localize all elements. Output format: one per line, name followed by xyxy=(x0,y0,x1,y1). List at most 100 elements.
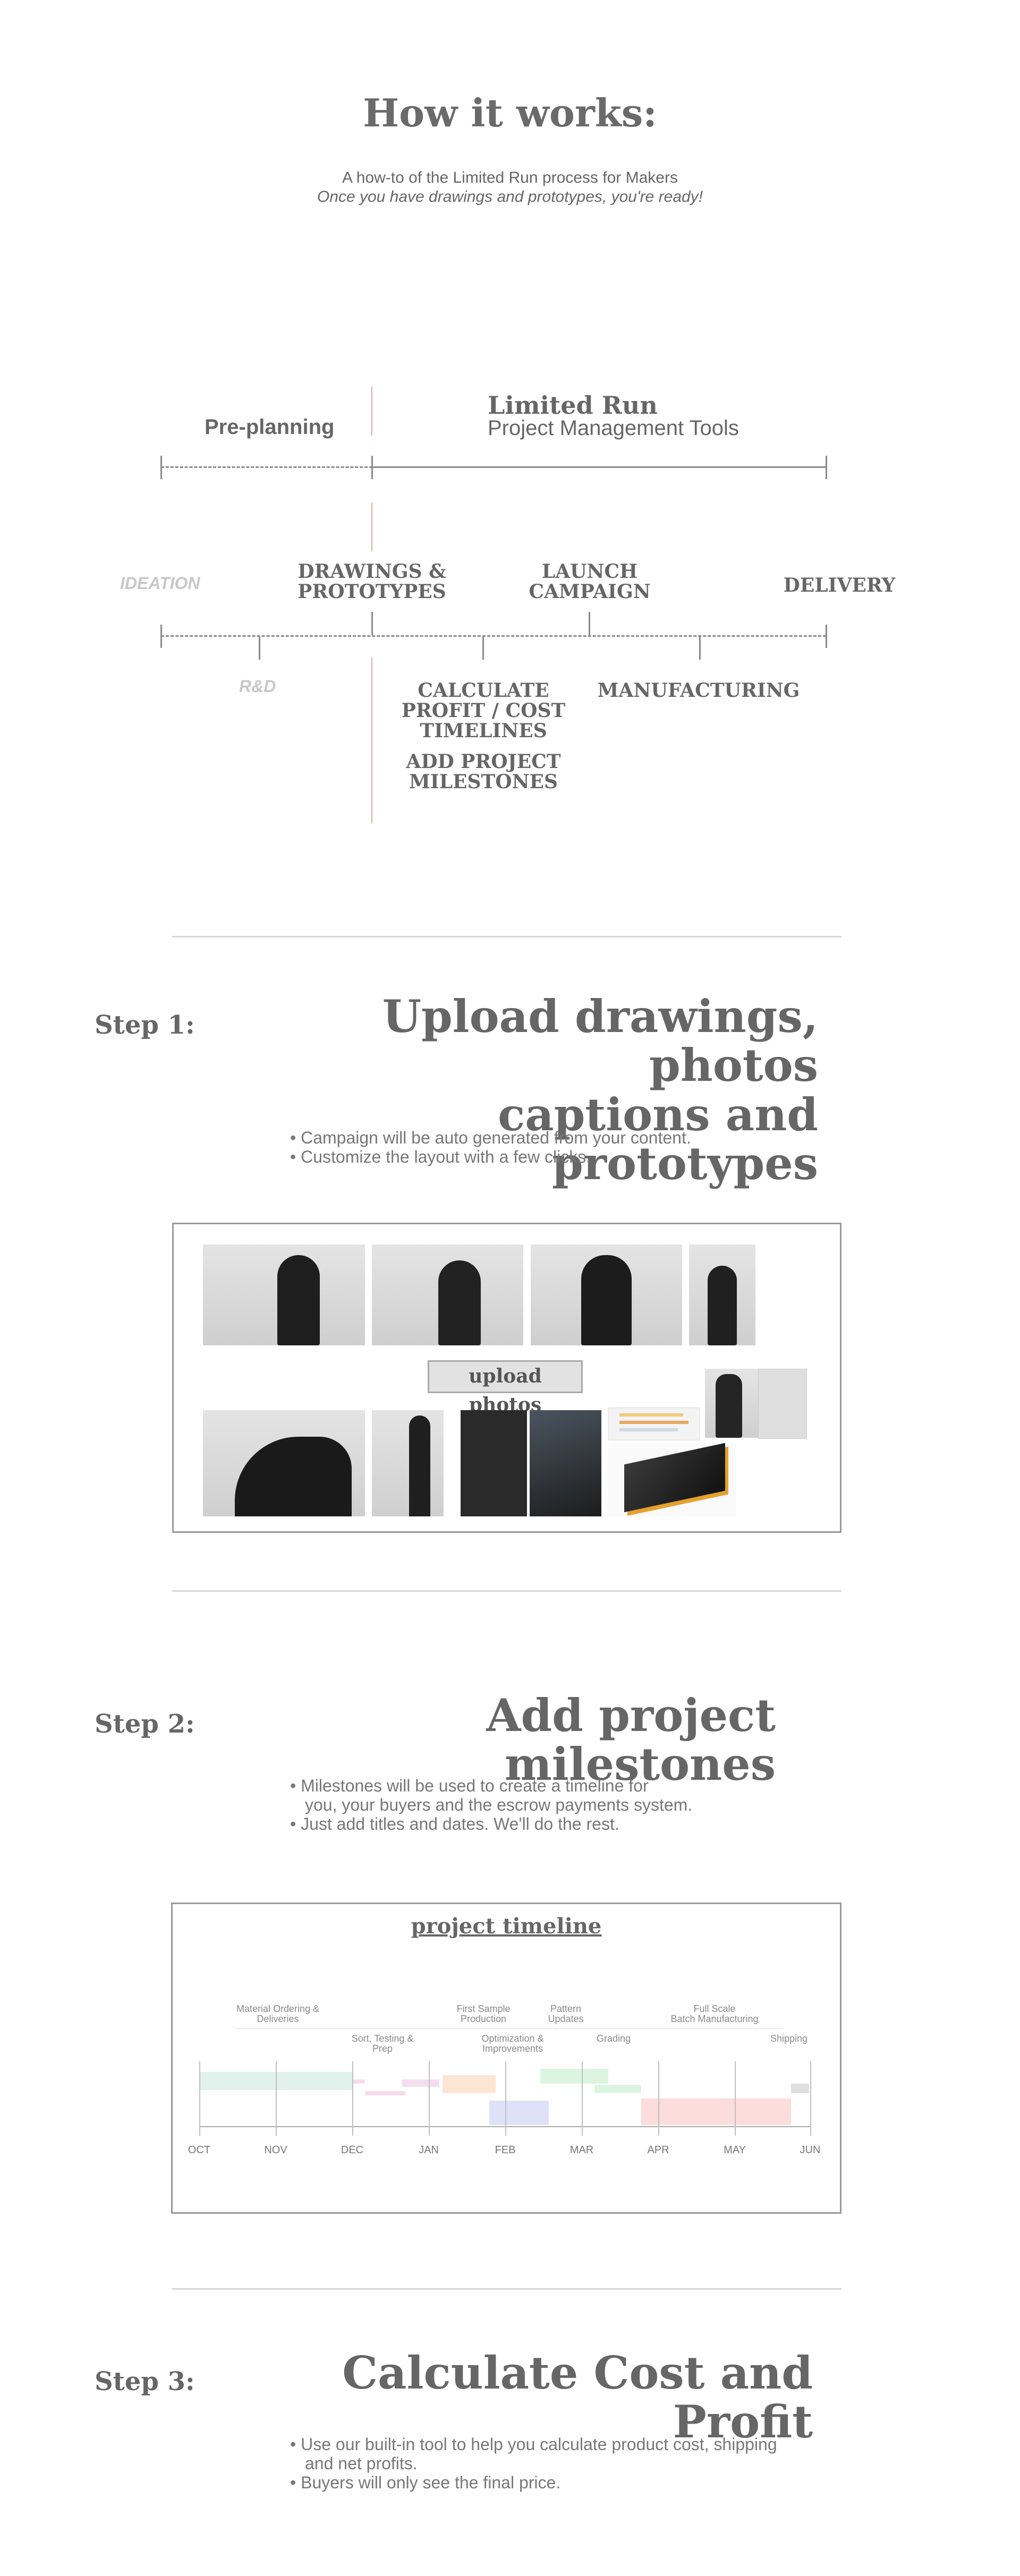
milestone-label: Improvements xyxy=(482,2043,543,2054)
stage-calc-line2: PROFIT / COST xyxy=(401,699,566,722)
milestone-label: Full Scale xyxy=(693,2003,736,2014)
month-gridline xyxy=(658,2061,659,2136)
milestone-sample: First Sample Production xyxy=(441,2004,526,2024)
milestone-shipping: Shipping xyxy=(770,2033,808,2044)
brand-card-image[interactable] xyxy=(758,1369,807,1439)
milestone-label: First Sample xyxy=(456,2003,511,2014)
step1-bullet: • Campaign will be auto generated from y… xyxy=(290,1128,691,1147)
month-label: JUN xyxy=(800,2144,821,2156)
axis-tick-launch xyxy=(589,612,590,635)
axis-tick xyxy=(160,625,162,648)
month-label: JAN xyxy=(419,2144,439,2156)
page-subtitle: A how-to of the Limited Run process for … xyxy=(342,169,678,186)
month-label: MAY xyxy=(724,2144,746,2156)
stage-calc-line3: TIMELINES xyxy=(420,719,547,742)
milestone-label: Optimization & xyxy=(481,2033,544,2044)
month-label: FEB xyxy=(495,2144,516,2156)
divider-line-bottom xyxy=(371,658,372,823)
timeline-bar-shipping[interactable] xyxy=(791,2084,809,2093)
process-axis xyxy=(161,635,826,637)
month-gridline xyxy=(735,2061,736,2136)
month-label: APR xyxy=(647,2144,669,2156)
month-label: OCT xyxy=(188,2144,211,2156)
milestone-label: Prep xyxy=(372,2043,393,2054)
limited-run-axis xyxy=(372,466,826,468)
month-label: MAR xyxy=(570,2144,594,2156)
timeline-bar-pattern[interactable] xyxy=(540,2069,608,2084)
timeline-bar-fullscale[interactable] xyxy=(641,2099,791,2125)
step2-bullets: • Milestones will be used to create a ti… xyxy=(290,1776,692,1833)
timeline-bar-grading[interactable] xyxy=(594,2085,641,2093)
project-timeline-panel: project timeline Material Ordering & Del… xyxy=(171,1903,842,2214)
step1-bullets: • Campaign will be auto generated from y… xyxy=(290,1128,691,1166)
sample-swatch-image[interactable] xyxy=(608,1443,736,1516)
month-gridline xyxy=(582,2061,583,2136)
timeline-bar-sort[interactable] xyxy=(365,2091,405,2095)
section-divider xyxy=(172,2288,842,2290)
divider-line-mid xyxy=(371,502,372,551)
jacket-photo[interactable] xyxy=(705,1369,758,1438)
step3-bullet-cont: and net profits. xyxy=(305,2454,418,2473)
axis-tick-manufacturing xyxy=(699,636,701,660)
stage-calc-line1: CALCULATE xyxy=(418,679,549,702)
step1-label: Step 1: xyxy=(95,1010,195,1040)
divider-line-top xyxy=(371,387,372,436)
jacket-detail-photo[interactable] xyxy=(203,1410,365,1516)
limited-run-label: Limited Run xyxy=(488,391,658,420)
milestone-label: Material Ordering & xyxy=(236,2003,320,2014)
timeline-bar-sample[interactable] xyxy=(443,2075,496,2093)
stage-manufacturing: MANUFACTURING xyxy=(597,679,800,702)
axis-tick xyxy=(826,625,827,648)
stage-ideation: IDEATION xyxy=(120,574,200,593)
milestone-label: Deliveries xyxy=(257,2014,299,2024)
stage-rnd: R&D xyxy=(239,677,276,696)
jacket-photo[interactable] xyxy=(689,1244,755,1345)
axis-tick-drawings xyxy=(371,612,373,635)
milestone-pattern: Pattern Updates xyxy=(534,2004,598,2024)
upload-photos-button[interactable]: upload photos xyxy=(428,1360,583,1416)
milestone-material: Material Ordering & Deliveries xyxy=(225,2004,331,2024)
stage-delivery: DELIVERY xyxy=(783,574,896,596)
milestone-guide xyxy=(235,2028,783,2029)
month-gridline xyxy=(199,2061,200,2136)
month-gridline xyxy=(276,2061,277,2136)
step2-bullet: • Milestones will be used to create a ti… xyxy=(290,1776,649,1795)
timeline-bar-optimization[interactable] xyxy=(489,2101,549,2125)
milestone-label: Sort, Testing & xyxy=(351,2033,414,2044)
pre-planning-axis xyxy=(161,466,372,468)
step2-bullet-cont: you, your buyers and the escrow payments… xyxy=(305,1795,693,1814)
timeline-bar-prep[interactable] xyxy=(402,2079,439,2087)
page-title: How it works: xyxy=(363,90,657,135)
pre-planning-label: Pre-planning xyxy=(205,415,335,439)
stage-milestones-line2: MILESTONES xyxy=(409,770,558,793)
jacket-photo[interactable] xyxy=(203,1244,365,1345)
timeline-bar-sort[interactable] xyxy=(353,2079,365,2084)
step3-bullets: • Use our built-in tool to help you calc… xyxy=(290,2435,777,2492)
month-label: NOV xyxy=(264,2144,287,2156)
month-gridline xyxy=(429,2061,430,2136)
section-divider xyxy=(172,1590,842,1592)
milestone-fullscale: Full Scale Batch Manufacturing xyxy=(651,2004,778,2024)
stage-calculate: CALCULATE PROFIT / COST TIMELINES xyxy=(398,679,568,742)
section-divider xyxy=(172,936,842,937)
stage-milestones-line1: ADD PROJECT xyxy=(406,750,561,773)
milestone-label: Pattern xyxy=(550,2003,582,2014)
milestone-label: Updates xyxy=(548,2014,584,2024)
stage-milestones: ADD PROJECT MILESTONES xyxy=(398,752,568,792)
step2-bullet: • Just add titles and dates. We'll do th… xyxy=(290,1814,619,1833)
axis-tick-calc xyxy=(482,636,484,660)
page-tagline: Once you have drawings and prototypes, y… xyxy=(317,188,703,206)
sketch-image[interactable] xyxy=(608,1408,700,1440)
photo-upload-panel: upload photos xyxy=(172,1223,842,1533)
milestone-label: Production xyxy=(460,2014,507,2024)
jacket-detail-photo[interactable] xyxy=(372,1410,444,1516)
pm-tools-label: Project Management Tools xyxy=(488,416,739,440)
step2-title: Add project milestones xyxy=(486,1689,776,1791)
jacket-detail-photo[interactable] xyxy=(461,1410,527,1516)
jacket-photo[interactable] xyxy=(372,1244,523,1345)
step2-label: Step 2: xyxy=(95,1709,195,1739)
timeline-title[interactable]: project timeline xyxy=(173,1914,840,1939)
axis-tick-rnd xyxy=(259,636,260,660)
jacket-detail-photo[interactable] xyxy=(530,1410,601,1516)
jacket-photo[interactable] xyxy=(531,1244,682,1345)
